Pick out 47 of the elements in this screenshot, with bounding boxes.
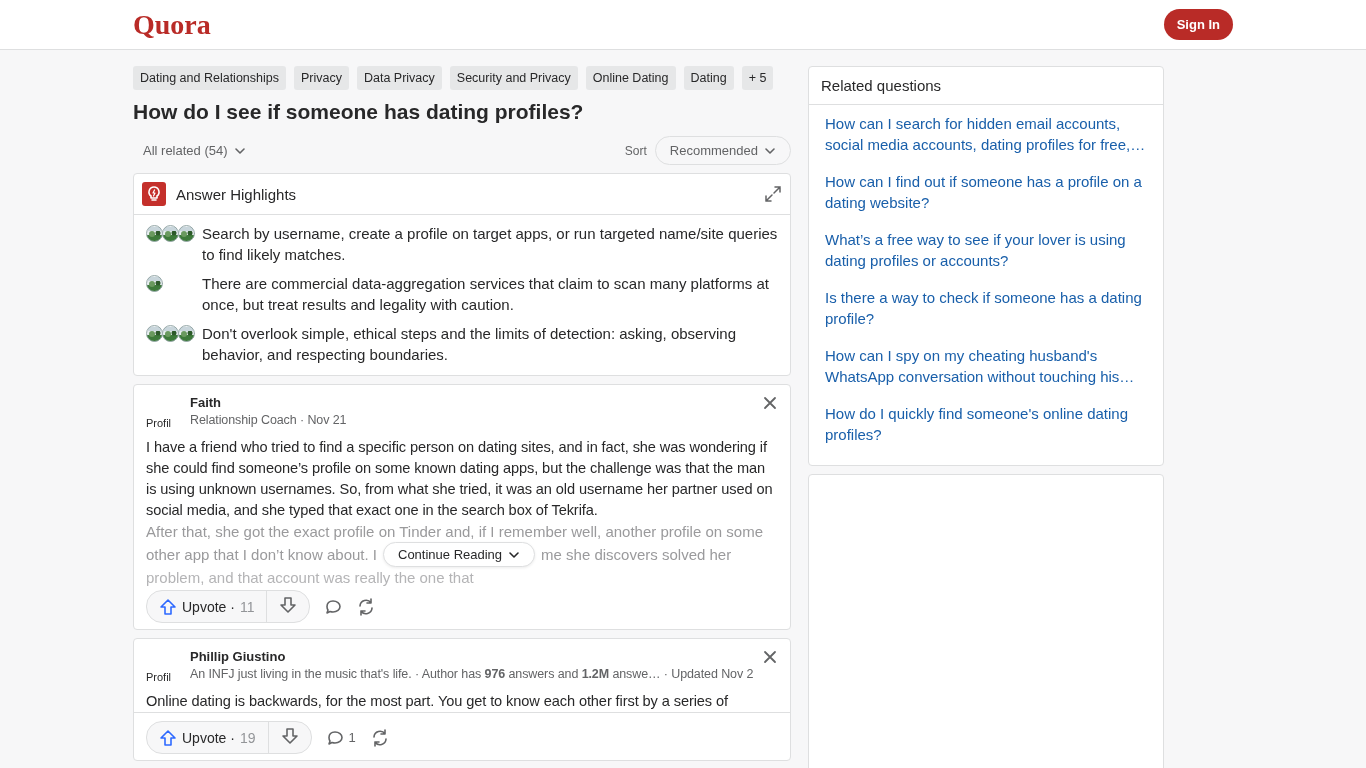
comment-icon xyxy=(324,597,343,616)
related-question-link[interactable]: Is there a way to check if someone has a dating profile? xyxy=(825,287,1147,329)
sign-in-button[interactable]: Sign In xyxy=(1163,9,1233,40)
answer-text: After that, she got the exact profile on Tinder and, if I remember well, another profile on some xyxy=(146,522,764,542)
upvote-icon xyxy=(159,597,177,616)
highlight-text: Don't overlook simple, ethical steps and the limits of detection: asking, observing behavior, and respecting boundaries. xyxy=(202,324,737,365)
question-title: How do I see if someone has dating profiles? xyxy=(133,100,585,124)
highlights-title: Answer Highlights xyxy=(176,185,298,203)
related-question-link[interactable]: How can I search for hidden email accounts, social media accounts, dating profiles for free,… xyxy=(825,113,1147,155)
related-question-link[interactable]: How can I find out if someone has a profile on a dating website? xyxy=(825,171,1147,213)
author-name[interactable]: Faith xyxy=(190,395,754,410)
related-question-link[interactable]: What’s a free way to see if your lover is using dating profiles or accounts? xyxy=(825,229,1147,271)
answer-text: problem, and that account was really the one that xyxy=(146,568,475,588)
related-question-link[interactable]: How do I quickly find someone's online dating profiles? xyxy=(825,403,1147,445)
lightbulb-icon xyxy=(142,182,166,206)
comment-button[interactable]: 1 xyxy=(325,728,356,747)
answer-text: Online dating is backwards, for the most part. You get to know each other first by a series of xyxy=(146,692,729,711)
close-icon[interactable] xyxy=(762,395,778,411)
continue-reading-button[interactable]: Continue Reading xyxy=(383,542,536,567)
topic-tag[interactable]: Security and Privacy xyxy=(449,66,578,90)
downvote-icon xyxy=(279,596,298,614)
answer-text: other app that I don’t know about. I xyxy=(146,545,377,565)
close-icon[interactable] xyxy=(762,649,778,665)
highlight-text: There are commercial data-aggregation services that claim to scan many platforms at once, but treat results and legality with caution. xyxy=(202,274,770,315)
comment-button[interactable] xyxy=(324,597,343,616)
author-name[interactable]: Phillip Giustino xyxy=(190,649,754,664)
sort-label: Sort xyxy=(624,143,647,158)
upvote-icon xyxy=(159,728,177,747)
author-credential: Relationship Coach · Nov 21 xyxy=(190,413,348,427)
highlight-text: Search by username, create a profile on target apps, or run targeted name/site queries to find likely matches. xyxy=(202,224,778,265)
downvote-icon xyxy=(280,727,299,745)
sort-dropdown[interactable]: Recommended xyxy=(654,136,791,165)
topic-tag[interactable]: Dating xyxy=(683,66,734,90)
topic-tag[interactable]: Data Privacy xyxy=(356,66,442,90)
author-credential: An INFJ just living in the music that's life. · Author has 976 answers and 1.2M answe… · Updated Nov 2 xyxy=(190,667,754,681)
all-related-dropdown[interactable]: All related (54) xyxy=(143,143,246,158)
answer-text: I have a friend who tried to find a specific person on dating sites, and in fact, she was wondering if she could find someone’s profile on some known dating apps, but the challenge was that the man is using unknown usernames. So, from what she tried, it was an old username her partner used on social media, and she typed that exact one in the search box of Tekrifa. xyxy=(146,438,774,520)
topic-tag[interactable]: + 5 xyxy=(741,66,774,90)
comment-icon xyxy=(325,728,344,747)
answer-text: me she discovers solved her xyxy=(541,545,732,565)
expand-icon[interactable] xyxy=(764,185,782,203)
related-questions-title: Related questions xyxy=(809,67,1163,105)
logo[interactable]: Quora xyxy=(133,8,211,41)
topic-tag[interactable]: Dating and Relationships xyxy=(133,66,286,90)
related-question-link[interactable]: How can I spy on my cheating husband's WhatsApp conversation without touching his… xyxy=(825,345,1147,387)
topic-tag[interactable]: Online Dating xyxy=(585,66,676,90)
topic-tag[interactable]: Privacy xyxy=(294,66,349,90)
